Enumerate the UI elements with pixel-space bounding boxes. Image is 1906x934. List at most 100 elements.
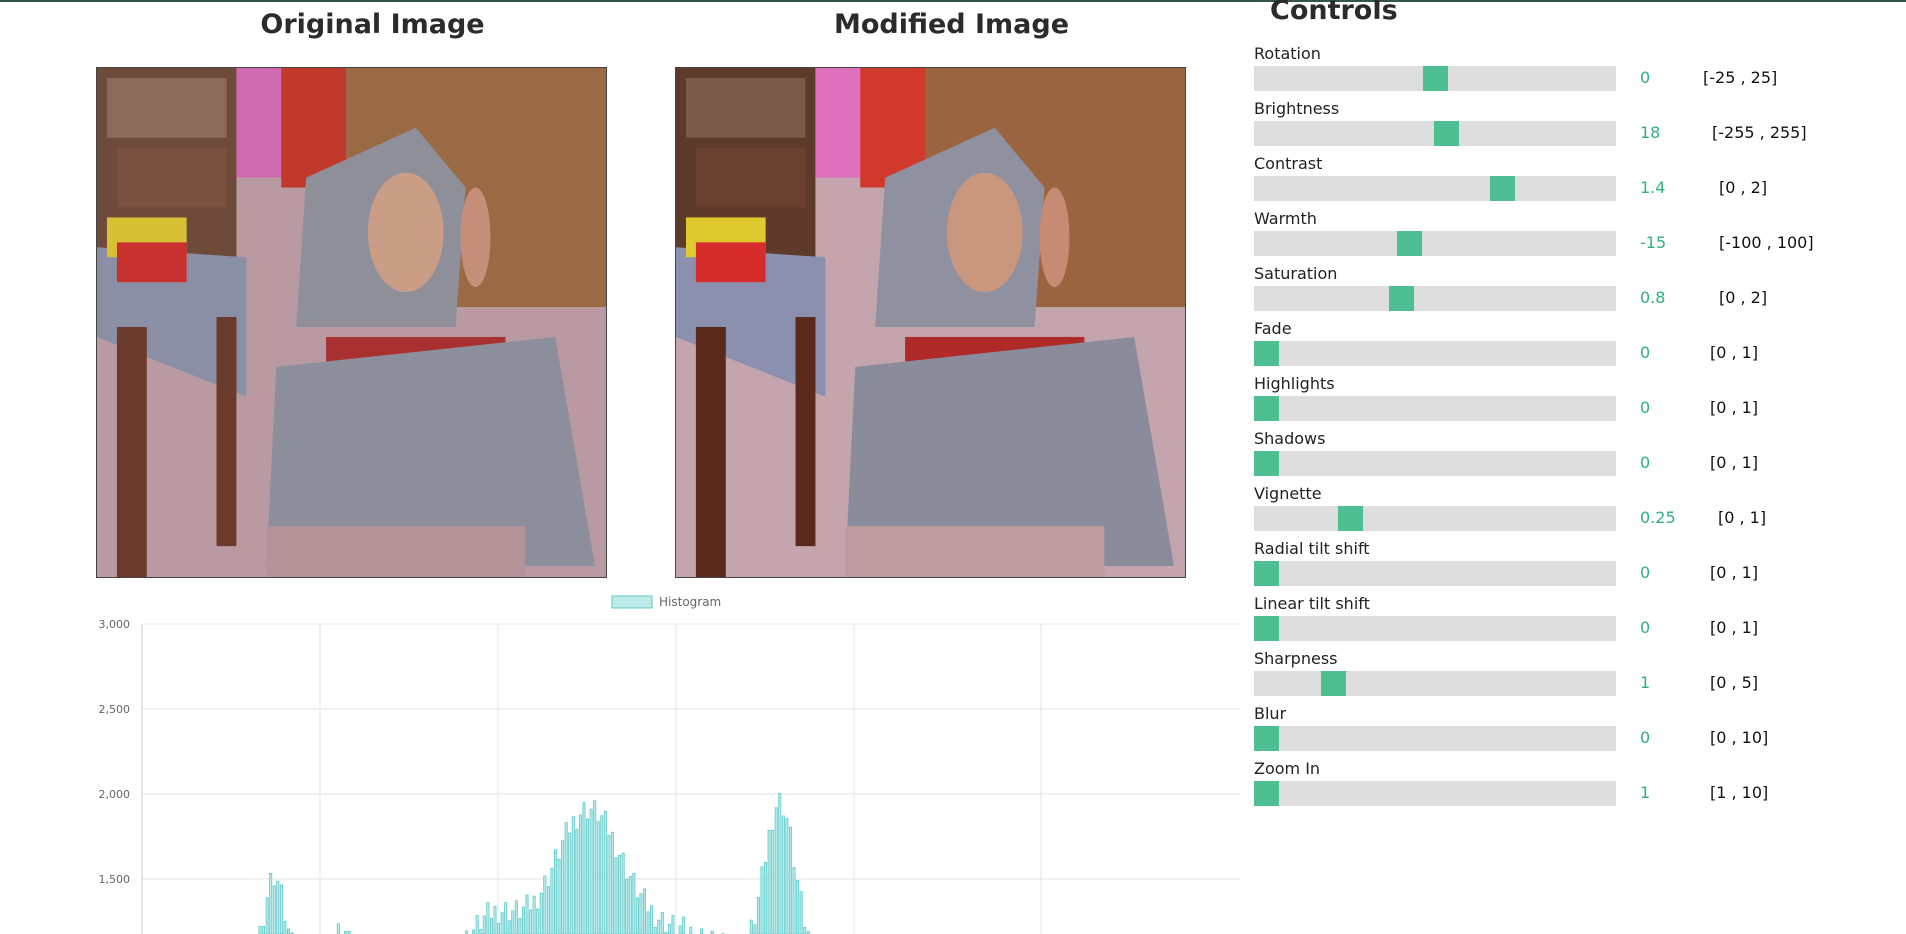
- slider-thumb[interactable]: [1254, 781, 1279, 806]
- slider-track[interactable]: [1254, 66, 1616, 91]
- slider-track[interactable]: [1254, 561, 1616, 586]
- slider-thumb[interactable]: [1397, 231, 1422, 256]
- slider-track[interactable]: [1254, 671, 1616, 696]
- control-label: Sharpness: [1254, 649, 1338, 668]
- slider-track[interactable]: [1254, 781, 1616, 806]
- histogram-bar: [493, 905, 497, 934]
- control-label: Contrast: [1254, 154, 1323, 173]
- histogram-bar: [486, 902, 490, 934]
- histogram-bar: [621, 852, 625, 934]
- slider-track[interactable]: [1254, 341, 1616, 366]
- slider-thumb[interactable]: [1254, 396, 1279, 421]
- control-value: 0: [1640, 343, 1651, 362]
- control-value: 0: [1640, 563, 1651, 582]
- control-range: [0 , 1]: [1710, 618, 1759, 637]
- slider-track[interactable]: [1254, 121, 1616, 146]
- control-range: [0 , 10]: [1710, 728, 1769, 747]
- control-range: [0 , 1]: [1710, 563, 1759, 582]
- control-label: Radial tilt shift: [1254, 539, 1370, 558]
- slider-track[interactable]: [1254, 506, 1616, 531]
- histogram-bar: [550, 867, 554, 934]
- slider-thumb[interactable]: [1321, 671, 1346, 696]
- histogram-bar: [269, 872, 273, 934]
- y-tick-label: 2,500: [99, 703, 131, 716]
- slider-track[interactable]: [1254, 231, 1616, 256]
- control-label: Fade: [1254, 319, 1292, 338]
- y-tick-label: 1,500: [99, 873, 131, 886]
- histogram-bar: [796, 879, 800, 934]
- control-value: 1.4: [1640, 178, 1666, 197]
- histogram-bar: [678, 925, 682, 934]
- histogram-bar: [539, 892, 543, 934]
- control-warmth: Warmth -15 [-100 , 100]: [1254, 209, 1874, 264]
- control-label: Vignette: [1254, 484, 1322, 503]
- slider-thumb[interactable]: [1254, 341, 1279, 366]
- slider-thumb[interactable]: [1338, 506, 1363, 531]
- histogram-bar: [625, 878, 629, 934]
- slider-track[interactable]: [1254, 451, 1616, 476]
- histogram-bar: [610, 831, 614, 934]
- histogram-bar: [792, 867, 796, 934]
- slider-thumb[interactable]: [1254, 616, 1279, 641]
- slider-thumb[interactable]: [1490, 176, 1515, 201]
- histogram-bar: [479, 929, 483, 934]
- histogram-bar: [475, 915, 479, 934]
- control-sharpness: Sharpness 1 [0 , 5]: [1254, 649, 1874, 704]
- histogram-bar: [500, 912, 504, 934]
- control-label: Warmth: [1254, 209, 1317, 228]
- histogram-bar: [564, 822, 568, 934]
- histogram-bar: [571, 816, 575, 934]
- histogram-bar: [788, 826, 792, 934]
- histogram-bar: [653, 926, 657, 934]
- control-radial-tilt-shift: Radial tilt shift 0 [0 , 1]: [1254, 539, 1874, 594]
- slider-track[interactable]: [1254, 616, 1616, 641]
- y-tick-label: 2,000: [99, 788, 131, 801]
- histogram-bar: [276, 880, 280, 934]
- slider-track[interactable]: [1254, 176, 1616, 201]
- slider-thumb[interactable]: [1254, 561, 1279, 586]
- histogram-bar: [749, 919, 753, 934]
- control-blur: Blur 0 [0 , 10]: [1254, 704, 1874, 759]
- slider-track[interactable]: [1254, 286, 1616, 311]
- histogram-bar: [553, 849, 557, 934]
- slider-thumb[interactable]: [1254, 451, 1279, 476]
- histogram-bar: [504, 902, 508, 934]
- histogram-bar: [646, 911, 650, 934]
- control-value: 0: [1640, 68, 1651, 87]
- histogram-bar: [689, 926, 693, 934]
- control-range: [0 , 1]: [1718, 508, 1767, 527]
- slider-thumb[interactable]: [1423, 66, 1448, 91]
- control-rotation: Rotation 0 [-25 , 25]: [1254, 44, 1874, 99]
- slider-thumb[interactable]: [1389, 286, 1414, 311]
- slider-track[interactable]: [1254, 396, 1616, 421]
- control-contrast: Contrast 1.4 [0 , 2]: [1254, 154, 1874, 209]
- histogram-bar: [600, 815, 604, 934]
- histogram-bar: [472, 929, 476, 934]
- original-image: [96, 67, 607, 578]
- histogram-bar: [279, 884, 283, 934]
- slider-track[interactable]: [1254, 726, 1616, 751]
- histogram-bar: [589, 808, 593, 934]
- control-range: [0 , 5]: [1710, 673, 1759, 692]
- histogram-bar: [635, 897, 639, 934]
- control-range: [0 , 1]: [1710, 343, 1759, 362]
- slider-thumb[interactable]: [1254, 726, 1279, 751]
- histogram-bar: [607, 834, 611, 934]
- legend-swatch[interactable]: [611, 595, 653, 609]
- histogram-bar: [771, 829, 775, 934]
- control-value: 0.25: [1640, 508, 1676, 527]
- control-fade: Fade 0 [0 , 1]: [1254, 319, 1874, 374]
- slider-thumb[interactable]: [1434, 121, 1459, 146]
- histogram-bar: [682, 916, 686, 934]
- control-range: [0 , 1]: [1710, 398, 1759, 417]
- histogram-chart: 3,000 2,500 2,000 1,500 Histogram: [90, 588, 1240, 934]
- histogram-bar: [760, 866, 764, 934]
- control-range: [-100 , 100]: [1719, 233, 1814, 252]
- control-range: [-255 , 255]: [1712, 123, 1807, 142]
- histogram-bar: [283, 920, 287, 934]
- control-value: 1: [1640, 783, 1651, 802]
- control-range: [0 , 2]: [1719, 178, 1768, 197]
- histogram-bar: [628, 876, 632, 934]
- histogram-bar: [543, 875, 547, 934]
- histogram-bar: [568, 832, 572, 934]
